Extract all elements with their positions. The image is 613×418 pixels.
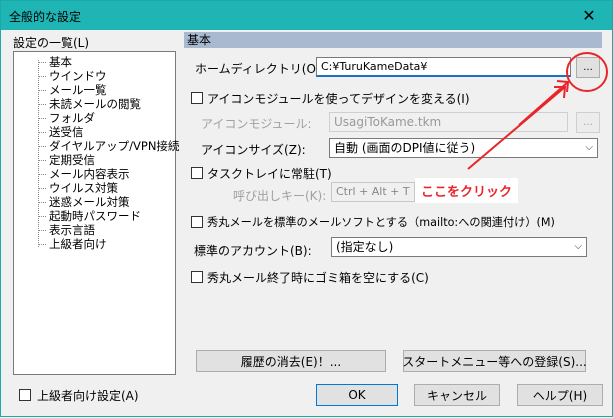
tree-label: 設定の一覧(L) [13,36,90,50]
title-bar: 全般的な設定 ✕ [1,1,612,30]
tree-item-advanced[interactable]: 上級者向け [38,237,107,251]
window-title: 全般的な設定 [9,10,82,24]
tree-item-send-receive[interactable]: 送受信 [38,125,84,139]
tasktray-check-label: タスクトレイに常駐(T) [207,167,332,181]
hotkey-input[interactable]: Ctrl + Alt + T [331,182,415,202]
icon-module-checkbox[interactable] [191,92,203,104]
tree-item-folder[interactable]: フォルダ [38,111,95,125]
tree-item-scheduled[interactable]: 定期受信 [38,153,95,167]
settings-tree[interactable]: 基本 ウインドウ メール一覧 未読メールの閲覧 フォルダ 送受信 ダイヤルアップ… [13,51,179,375]
tree-item-unread[interactable]: 未読メールの閲覧 [38,97,141,111]
close-button[interactable]: ✕ [566,1,612,30]
tree-item-virus[interactable]: ウイルス対策 [38,181,118,195]
icon-module-label: アイコンモジュール: [201,117,312,131]
annotation-arrowhead-2 [554,86,567,99]
icon-module-browse-button[interactable]: ... [576,112,600,133]
help-button[interactable]: ヘルプ(H) [517,384,603,406]
icon-size-label: アイコンサイズ(Z): [201,143,306,157]
trash-check-label: 秀丸メール終了時にゴミ箱を空にする(C) [207,271,429,285]
tree-item-basic[interactable]: 基本 [38,55,72,69]
tree-item-spam[interactable]: 迷惑メール対策 [38,195,130,209]
tasktray-checkbox[interactable] [191,167,203,179]
annotation-arrowhead-1 [556,80,570,93]
default-mailer-checkbox[interactable] [191,216,203,228]
chevron-down-icon: ⌵ [574,241,582,252]
ok-button[interactable]: OK [316,384,398,406]
section-header: 基本 [184,32,602,48]
hotkey-label: 呼び出しキー(K): [233,189,327,203]
icon-size-select[interactable]: 自動 (画面のDPI値に従う) ⌵ [329,138,598,158]
startmenu-register-button[interactable]: スタートメニュー等への登録(S)... [402,350,587,372]
tree-item-dialup[interactable]: ダイヤルアップ/VPN接続 [38,139,179,153]
account-select[interactable]: (指定なし) ⌵ [331,237,587,257]
home-dir-input[interactable]: C:¥TuruKameData¥ [316,57,571,77]
settings-dialog: 全般的な設定 ✕ 設定の一覧(L) 基本 ウインドウ メール一覧 未読メールの閲… [0,0,613,417]
cancel-button[interactable]: キャンセル [414,384,500,406]
icon-module-select[interactable]: UsagiToKame.tkm [329,112,568,132]
account-label: 標準のアカウント(B): [194,244,312,258]
annotation-label: ここをクリック [415,178,519,203]
advanced-settings-label: 上級者向け設定(A) [37,389,139,403]
chevron-down-icon: ⌵ [585,142,593,153]
tree-item-mail-view[interactable]: メール内容表示 [38,167,130,181]
icon-module-check-label: アイコンモジュールを使ってデザインを変える(I) [207,92,470,106]
tree-item-window[interactable]: ウインドウ [38,69,107,83]
tree-item-language[interactable]: 表示言語 [38,223,95,237]
advanced-settings-checkbox[interactable] [19,389,31,401]
trash-checkbox[interactable] [191,271,203,283]
default-mailer-check-label: 秀丸メールを標準のメールソフトとする（mailto:への関連付け）(M) [207,216,555,229]
browse-button[interactable]: ... [576,57,600,78]
tree-item-password[interactable]: 起動時パスワード [38,209,141,223]
tree-item-mail-list[interactable]: メール一覧 [38,83,107,97]
home-dir-label: ホームディレクトリ(O): [195,62,325,76]
clear-history-button[interactable]: 履歴の消去(E)！... [196,350,386,372]
